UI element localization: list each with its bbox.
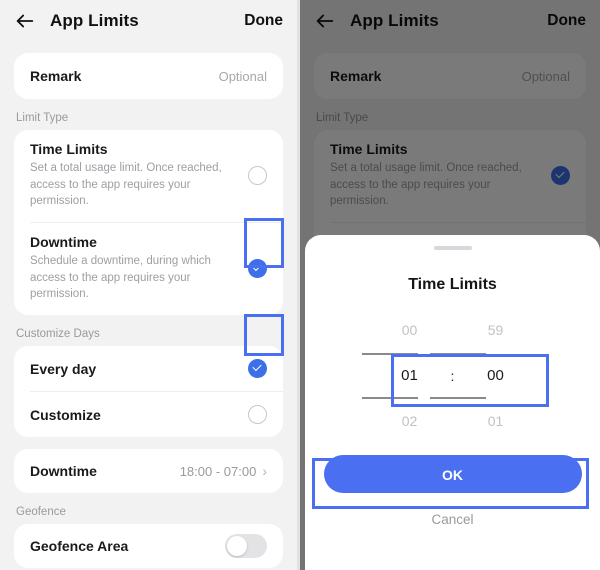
picker-row-below[interactable]: 02 : 01 bbox=[305, 403, 600, 439]
picker-minute-selected: 00 bbox=[487, 367, 504, 384]
done-button[interactable]: Done bbox=[244, 12, 283, 30]
downtime-label: Downtime bbox=[30, 463, 97, 480]
remark-value: Optional bbox=[218, 68, 267, 84]
picker-hour-line-top bbox=[362, 353, 418, 355]
customize-days-section-label: Customize Days bbox=[16, 328, 100, 341]
right-phone-screen: App Limits Done Remark Optional Limit Ty… bbox=[300, 0, 600, 570]
picker-separator: : bbox=[450, 367, 455, 384]
picker-colon-spacer: : bbox=[444, 413, 462, 429]
downtime-card: Downtime 18:00 - 07:00 › bbox=[14, 449, 283, 494]
cancel-button[interactable]: Cancel bbox=[305, 511, 600, 528]
option-downtime-title: Downtime bbox=[30, 234, 97, 251]
geofence-area-label: Geofence Area bbox=[30, 538, 129, 555]
option-time-limits[interactable]: Time Limits Set a total usage limit. Onc… bbox=[14, 130, 283, 222]
option-every-day[interactable]: Every day bbox=[14, 346, 283, 391]
time-picker[interactable]: 00 : 59 01 : 00 02 : 01 bbox=[305, 312, 600, 439]
picker-minute-below: 01 bbox=[487, 413, 504, 429]
page-title: App Limits bbox=[50, 11, 139, 30]
chevron-right-icon: › bbox=[262, 463, 267, 480]
geofence-section-label: Geofence bbox=[16, 506, 66, 519]
option-customize[interactable]: Customize bbox=[14, 392, 283, 437]
time-limits-sheet: Time Limits 00 : 59 01 : 00 02 bbox=[305, 235, 600, 570]
ok-button[interactable]: OK bbox=[323, 455, 582, 493]
customize-days-card: Every day Customize bbox=[14, 346, 283, 438]
picker-hour-below: 02 bbox=[401, 413, 418, 429]
picker-minute-line-bottom bbox=[430, 397, 486, 399]
left-phone-screen: App Limits Done Remark Optional Limit Ty… bbox=[0, 0, 297, 570]
limit-type-section-label: Limit Type bbox=[16, 112, 69, 124]
picker-hour-above: 00 bbox=[401, 322, 418, 338]
radio-downtime[interactable] bbox=[248, 259, 267, 279]
option-time-limits-text: Time Limits Set a total usage limit. Onc… bbox=[30, 141, 248, 210]
picker-minute-above: 59 bbox=[487, 322, 504, 338]
option-customize-label: Customize bbox=[30, 406, 101, 423]
picker-hour-selected: 01 bbox=[401, 367, 418, 384]
radio-every-day[interactable] bbox=[248, 359, 267, 379]
geofence-card: Geofence Area bbox=[14, 524, 283, 569]
option-time-limits-title: Time Limits bbox=[30, 141, 108, 157]
screenshot-root: App Limits Done Remark Optional Limit Ty… bbox=[0, 0, 600, 570]
geofence-area-toggle[interactable] bbox=[225, 534, 267, 559]
option-downtime[interactable]: Downtime Schedule a downtime, during whi… bbox=[14, 223, 283, 315]
option-downtime-text: Downtime Schedule a downtime, during whi… bbox=[30, 234, 248, 303]
picker-row-above[interactable]: 00 : 59 bbox=[305, 312, 600, 348]
back-icon[interactable] bbox=[14, 10, 36, 32]
sheet-title: Time Limits bbox=[408, 276, 497, 293]
downtime-value: 18:00 - 07:00 bbox=[179, 463, 257, 479]
option-downtime-desc: Schedule a downtime, during which access… bbox=[30, 255, 211, 301]
remark-row[interactable]: Remark Optional bbox=[14, 53, 283, 99]
toggle-knob bbox=[227, 536, 247, 557]
geofence-area-row[interactable]: Geofence Area bbox=[14, 524, 283, 568]
remark-label: Remark bbox=[30, 68, 82, 84]
radio-customize[interactable] bbox=[248, 405, 267, 425]
option-every-day-label: Every day bbox=[30, 360, 97, 377]
limit-type-card: Time Limits Set a total usage limit. Onc… bbox=[14, 130, 283, 316]
radio-time-limits[interactable] bbox=[248, 166, 267, 185]
picker-minute-line-top bbox=[430, 353, 486, 355]
navbar-left: App Limits Done bbox=[0, 0, 297, 42]
picker-colon-spacer: : bbox=[444, 322, 462, 338]
drag-handle-icon[interactable] bbox=[433, 246, 472, 250]
downtime-row[interactable]: Downtime 18:00 - 07:00 › bbox=[14, 449, 283, 493]
picker-hour-line-bottom bbox=[362, 397, 418, 399]
remark-card: Remark Optional bbox=[14, 53, 283, 99]
option-time-limits-desc: Set a total usage limit. Once reached, a… bbox=[30, 162, 222, 208]
picker-row-selected[interactable]: 01 : 00 bbox=[305, 348, 600, 403]
